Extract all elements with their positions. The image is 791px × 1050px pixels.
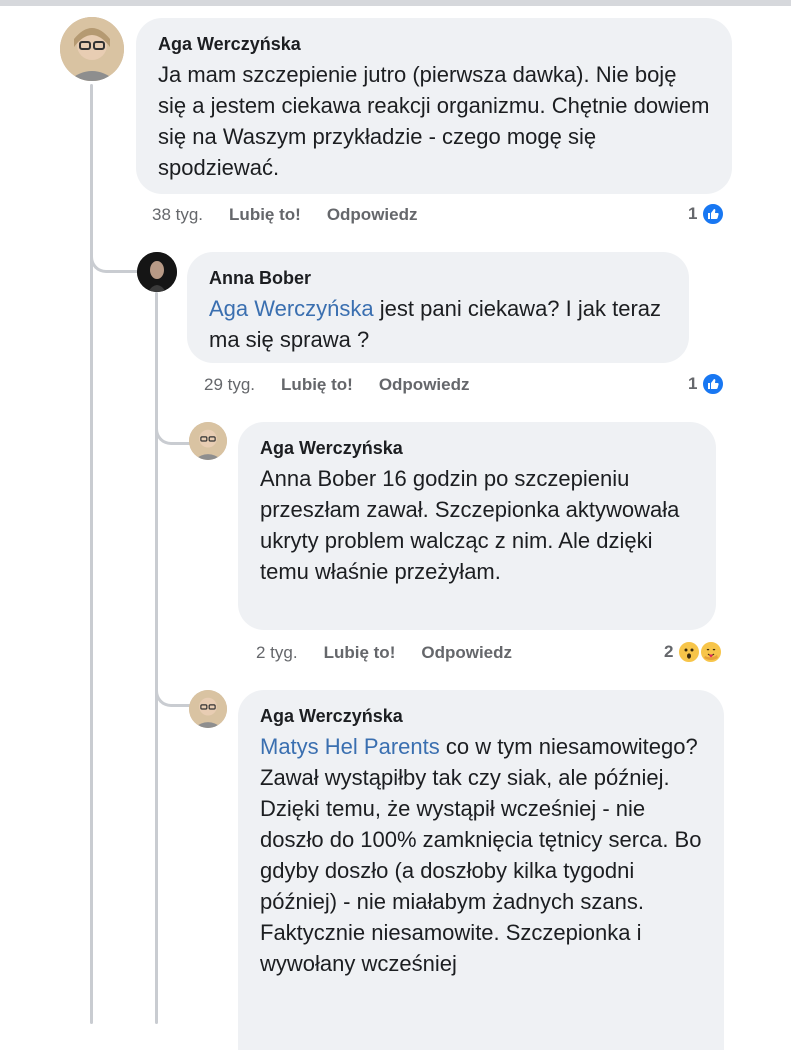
comment-time[interactable]: 2 tyg.	[256, 643, 298, 663]
reaction-count: 1	[688, 204, 698, 223]
like-icon	[701, 202, 726, 226]
care-emoji-icon	[699, 640, 724, 664]
reply-button[interactable]: Odpowiedz	[379, 375, 470, 395]
avatar-aga[interactable]	[189, 422, 227, 460]
reaction-summary[interactable]: 1	[688, 202, 726, 226]
comment-bubble: Anna Bober Aga Werczyńska jest pani ciek…	[187, 252, 689, 363]
avatar-aga[interactable]	[60, 17, 124, 81]
avatar-aga-image	[60, 17, 124, 81]
comment-actions: 29 tyg. Lubię to! Odpowiedz	[204, 375, 469, 395]
avatar-anna-image	[137, 252, 177, 292]
comment-text: Aga Werczyńska jest pani ciekawa? I jak …	[209, 296, 662, 352]
comment-actions: 38 tyg. Lubię to! Odpowiedz	[152, 205, 417, 225]
thread-line-main	[90, 84, 93, 1024]
comment-bubble: Aga Werczyńska Anna Bober 16 godzin po s…	[238, 422, 716, 630]
avatar-aga[interactable]	[189, 690, 227, 728]
reaction-summary[interactable]: 1	[688, 372, 726, 396]
reaction-summary[interactable]: 2	[664, 640, 724, 664]
thread-curve-reply-1	[90, 228, 137, 273]
like-button[interactable]: Lubię to!	[281, 375, 353, 395]
comment-author[interactable]: Aga Werczyńska	[158, 34, 710, 55]
like-button[interactable]: Lubię to!	[229, 205, 301, 225]
comment-author[interactable]: Aga Werczyńska	[260, 706, 702, 727]
wow-emoji-icon	[677, 640, 702, 664]
comment-text: Anna Bober 16 godzin po szczepieniu prze…	[260, 466, 680, 584]
comment-time[interactable]: 38 tyg.	[152, 205, 203, 225]
like-icon	[701, 372, 726, 396]
mention-link[interactable]: Aga Werczyńska	[209, 296, 374, 321]
reaction-count: 2	[664, 642, 674, 661]
top-divider	[0, 0, 791, 6]
avatar-aga-image	[189, 422, 227, 460]
comment-author[interactable]: Anna Bober	[209, 268, 667, 289]
comment-actions: 2 tyg. Lubię to! Odpowiedz	[256, 643, 512, 663]
reply-button[interactable]: Odpowiedz	[327, 205, 418, 225]
comment-author[interactable]: Aga Werczyńska	[260, 438, 694, 459]
thread-curve-reply-2	[155, 408, 190, 445]
like-button[interactable]: Lubię to!	[324, 643, 396, 663]
thread-line-sub	[155, 292, 158, 1024]
comment-bubble: Aga Werczyńska Matys Hel Parents co w ty…	[238, 690, 724, 1050]
avatar-anna[interactable]	[137, 252, 177, 292]
reaction-count: 1	[688, 374, 698, 393]
reply-button[interactable]: Odpowiedz	[421, 643, 512, 663]
comment-text: Ja mam szczepienie jutro (pierwsza dawka…	[158, 62, 710, 180]
mention-link[interactable]: Matys Hel Parents	[260, 734, 440, 759]
avatar-aga-image	[189, 690, 227, 728]
comment-time[interactable]: 29 tyg.	[204, 375, 255, 395]
thread-curve-reply-3	[155, 670, 190, 707]
comment-text: Matys Hel Parents co w tym niesamowitego…	[260, 734, 702, 976]
comment-bubble: Aga Werczyńska Ja mam szczepienie jutro …	[136, 18, 732, 194]
